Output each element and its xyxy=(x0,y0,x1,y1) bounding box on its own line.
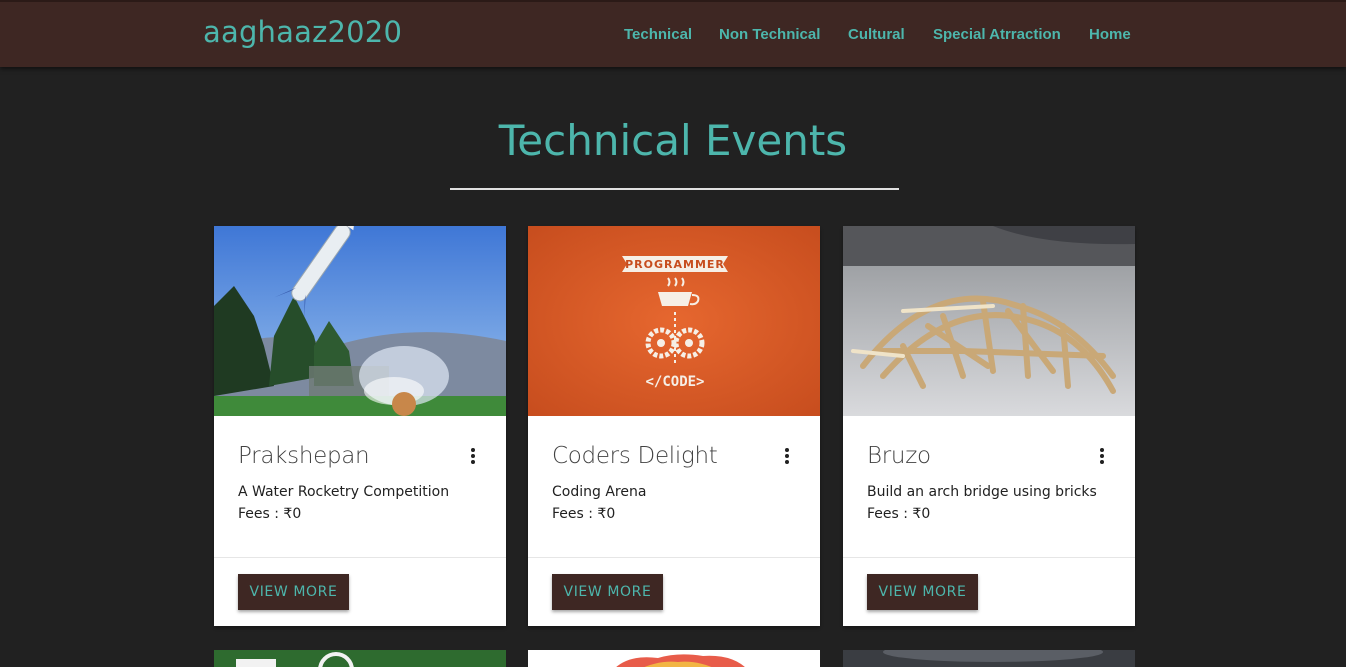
event-card-peek-3 xyxy=(843,650,1135,667)
view-more-button[interactable]: VIEW MORE xyxy=(238,574,349,610)
more-vert-icon[interactable] xyxy=(470,448,476,466)
event-description: Coding Arena xyxy=(552,484,647,500)
event-fees: Fees : ₹0 xyxy=(238,506,302,522)
event-card-prakshepan: Prakshepan A Water Rocketry Competition … xyxy=(214,226,506,626)
event-image-water-rocket xyxy=(214,226,506,416)
card-action-divider xyxy=(843,557,1135,558)
event-fees: Fees : ₹0 xyxy=(867,506,931,522)
page-title: Technical Events xyxy=(498,116,848,165)
navbar: aaghaaz2020 Technical Non Technical Cult… xyxy=(0,0,1346,67)
more-vert-icon[interactable] xyxy=(1099,448,1105,466)
event-fees: Fees : ₹0 xyxy=(552,506,616,522)
event-card-peek-2 xyxy=(528,650,820,667)
event-card-peek-1 xyxy=(214,650,506,667)
brand-logo[interactable]: aaghaaz2020 xyxy=(203,15,402,49)
event-description: A Water Rocketry Competition xyxy=(238,484,450,500)
nav-link-special-attraction[interactable]: Special Atrraction xyxy=(933,26,1061,43)
event-card-bruzo: Bruzo Build an arch bridge using bricks … xyxy=(843,226,1135,626)
event-description: Build an arch bridge using bricks xyxy=(867,484,1097,500)
card-action-divider xyxy=(528,557,820,558)
poster-banner-text: PROGRAMMER xyxy=(625,258,725,271)
title-divider xyxy=(450,188,899,190)
event-title: Bruzo xyxy=(867,443,931,469)
nav-link-non-technical[interactable]: Non Technical xyxy=(719,26,820,43)
view-more-button[interactable]: VIEW MORE xyxy=(867,574,978,610)
nav-link-home[interactable]: Home xyxy=(1089,26,1131,43)
event-image-programmer-poster: PROGRAMMER </CODE> xyxy=(528,226,820,416)
event-title: Prakshepan xyxy=(238,443,370,469)
card-action-divider xyxy=(214,557,506,558)
poster-code-text: </CODE> xyxy=(645,374,704,390)
event-image-popsicle-bridge xyxy=(843,226,1135,416)
nav-link-cultural[interactable]: Cultural xyxy=(848,26,905,43)
event-card-coders-delight: PROGRAMMER </CODE> Coders Delight Coding… xyxy=(528,226,820,626)
event-title: Coders Delight xyxy=(552,443,718,469)
nav-link-technical[interactable]: Technical xyxy=(624,26,692,43)
view-more-button[interactable]: VIEW MORE xyxy=(552,574,663,610)
more-vert-icon[interactable] xyxy=(784,448,790,466)
